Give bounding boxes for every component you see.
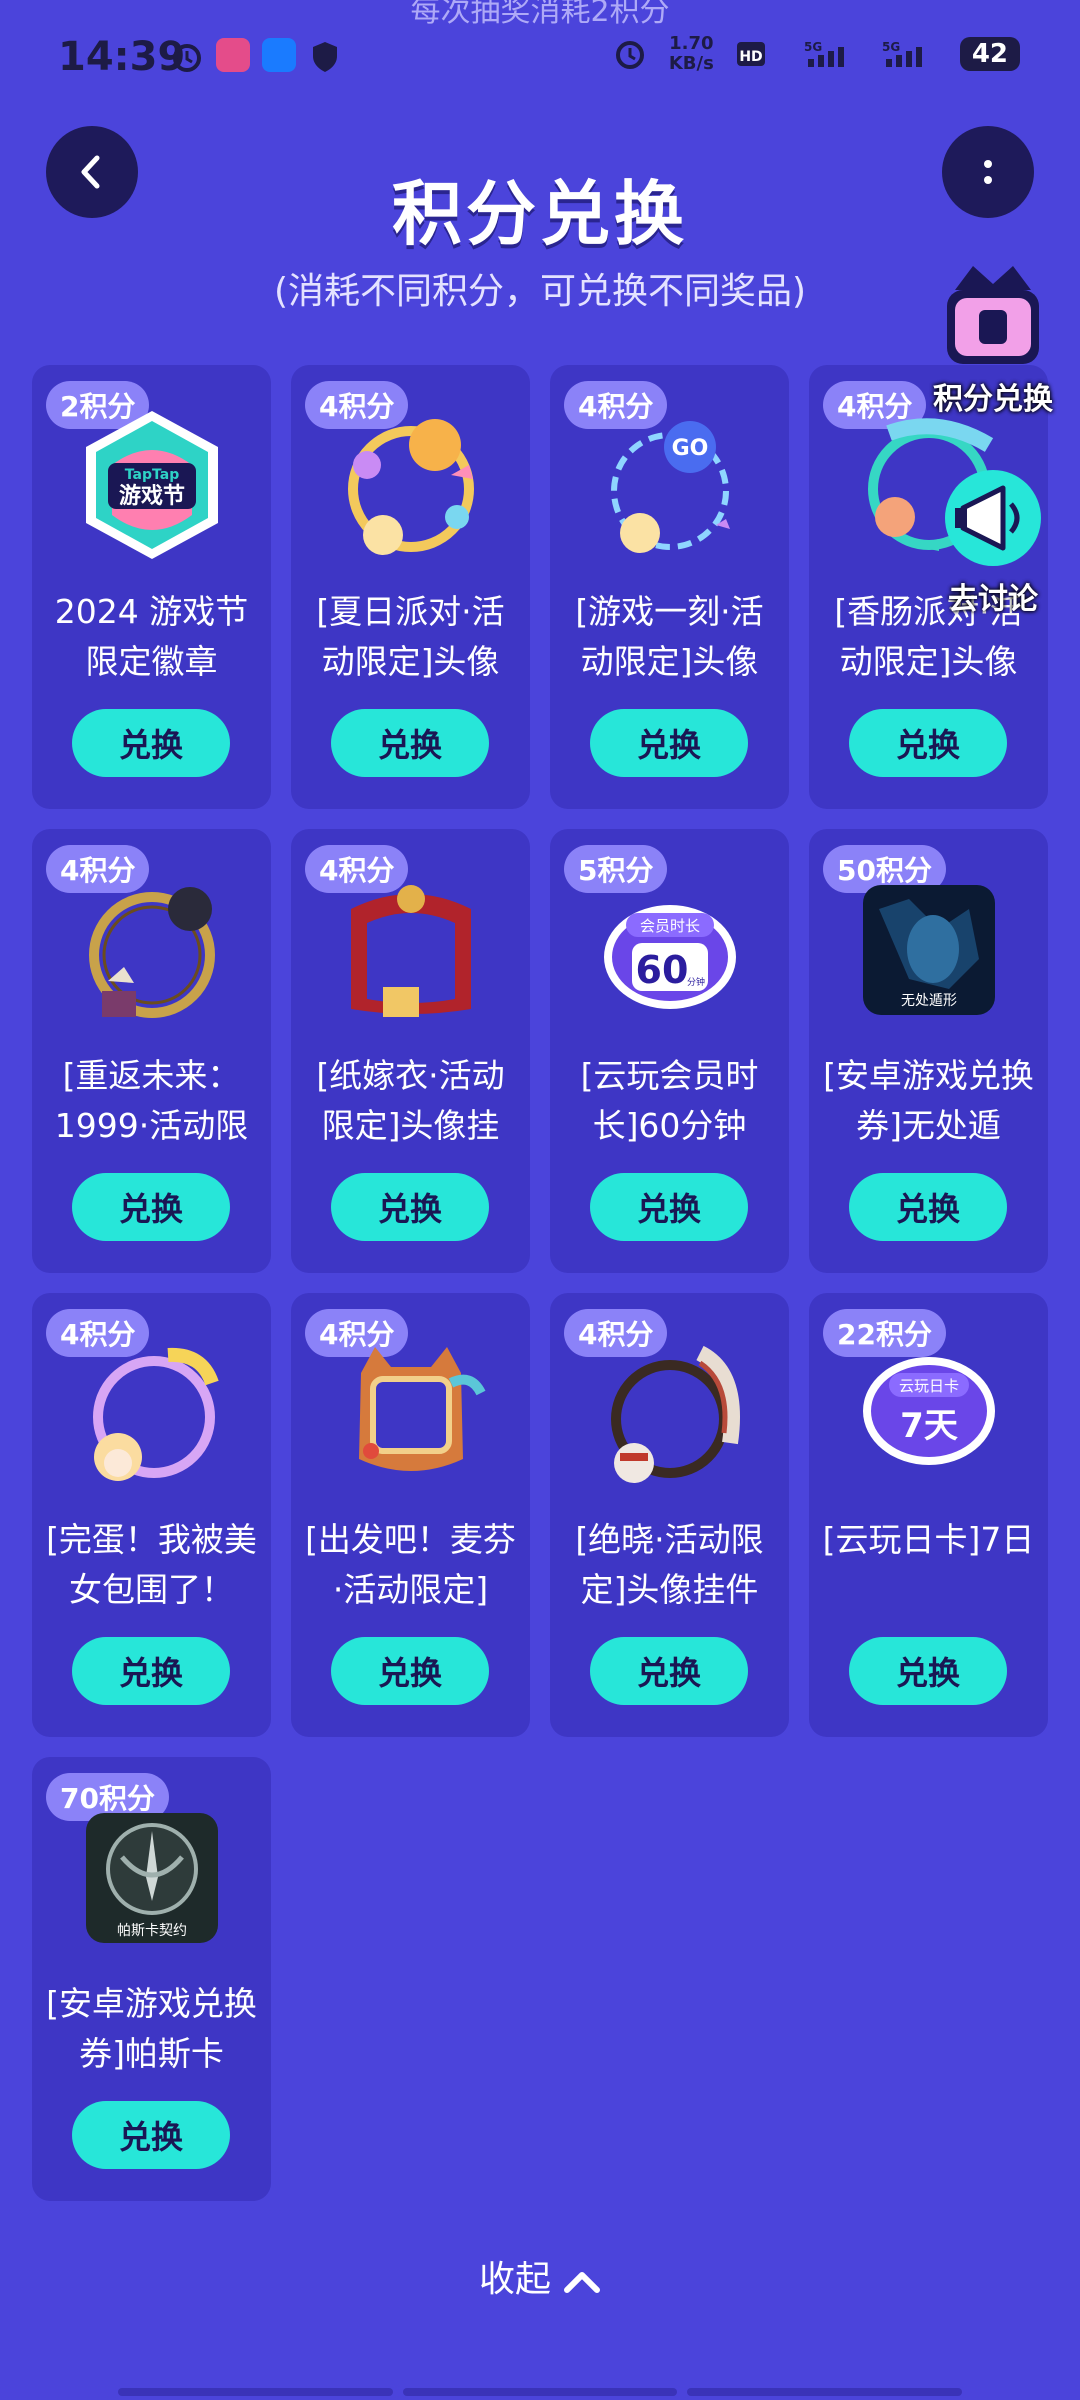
- battery-level: 42: [959, 37, 1020, 71]
- exchange-button[interactable]: 兑换: [849, 1637, 1007, 1705]
- pascal-label: 帕斯卡契约: [117, 1923, 187, 1939]
- discuss-float[interactable]: 去讨论: [928, 460, 1058, 618]
- hd-icon: HD: [736, 42, 765, 66]
- reward-name: [云玩日卡]7日: [822, 1520, 1035, 1559]
- network-speed: 1.70 KB/s: [668, 33, 714, 74]
- reward-card: 4积分 [纸嫁衣·活动限定]头像挂 兑换: [291, 829, 530, 1273]
- exchange-button[interactable]: 兑换: [331, 1173, 489, 1241]
- cloud-vip-60min-icon: 会员时长 60 分钟: [604, 905, 736, 1009]
- exchange-button[interactable]: 兑换: [331, 1637, 489, 1705]
- reward-card: 4积分 [绝晓·活动限定]头像挂件 兑换: [550, 1293, 789, 1737]
- game-festival-badge-icon: TapTap 游戏节: [86, 411, 218, 559]
- pascal-contract-cover-icon: 帕斯卡契约: [86, 1813, 218, 1943]
- go-text: GO: [672, 436, 709, 461]
- reverse-1999-frame-icon: [89, 887, 215, 1018]
- status-right: 1.70 KB/s HD 5G 5G 42: [613, 34, 1020, 74]
- reward-card: 4积分 [出发吧！麦芬·活动限定] 兑换: [291, 1293, 530, 1737]
- reward-name: [重返未来：1999·活动限: [54, 1056, 249, 1145]
- discuss-label: 去讨论: [948, 582, 1038, 617]
- exchange-button[interactable]: 兑换: [590, 1173, 748, 1241]
- chevron-up-icon: [564, 2272, 600, 2293]
- beauty-frame-icon: [93, 1347, 219, 1481]
- alarm-icon: [173, 44, 201, 72]
- points-exchange-float[interactable]: 积分兑换: [928, 260, 1058, 418]
- vip-value: 60: [636, 948, 689, 992]
- bottom-tab-indicator: [118, 2388, 963, 2396]
- reward-name: [安卓游戏兑换券]无处遁: [823, 1056, 1034, 1145]
- reward-card: 4积分 GO [游戏一刻·活动限定]头像 兑换: [550, 365, 789, 809]
- alipay-icon: [262, 38, 296, 72]
- juexiao-frame-icon: [611, 1345, 740, 1483]
- exchange-button[interactable]: 兑换: [849, 1173, 1007, 1241]
- page-title: 积分兑换: [392, 173, 688, 255]
- muffin-frame-icon: [359, 1347, 486, 1471]
- reward-card: 5积分 会员时长 60 分钟 [云玩会员时长]60分钟 兑换: [550, 829, 789, 1273]
- exchange-button[interactable]: 兑换: [72, 709, 230, 777]
- day-label: 云玩日卡: [899, 1377, 959, 1395]
- svg-text:HD: HD: [739, 49, 762, 65]
- collapse-label: 收起: [478, 2259, 551, 2300]
- reward-card: 4积分 [完蛋！我被美女包围了！ 兑换: [32, 1293, 271, 1737]
- festival-top-text: TapTap: [125, 467, 179, 483]
- reward-name: [出发吧！麦芬·活动限定]: [305, 1520, 516, 1609]
- reward-card: 4积分 [重返未来：1999·活动限 兑换: [32, 829, 271, 1273]
- summer-party-frame-icon: [348, 419, 474, 555]
- exchange-button[interactable]: 兑换: [72, 1637, 230, 1705]
- svg-text:5G: 5G: [804, 40, 822, 54]
- reward-grid: 2积分 TapTap 游戏节 2024 游戏节限定徽章 兑换 4积分 [夏日派对…: [32, 365, 1048, 2201]
- bilibili-icon: [216, 38, 250, 72]
- status-time: 14:39: [58, 34, 186, 80]
- exchange-button[interactable]: 兑换: [331, 709, 489, 777]
- game-moment-frame-icon: GO: [611, 421, 730, 553]
- paper-bride-frame-icon: [351, 885, 471, 1017]
- points-exchange-label: 积分兑换: [933, 382, 1053, 417]
- signal-5g-icon: 5G: [804, 40, 844, 67]
- cover-label: 无处遁形: [901, 993, 957, 1009]
- reward-name: [纸嫁衣·活动限定]头像挂: [316, 1056, 505, 1145]
- reward-name: 2024 游戏节限定徽章: [54, 592, 249, 681]
- cloud-day-card-icon: 云玩日卡 7天: [863, 1357, 995, 1465]
- reward-card: 2积分 TapTap 游戏节 2024 游戏节限定徽章 兑换: [32, 365, 271, 809]
- reward-name: [完蛋！我被美女包围了！: [46, 1520, 257, 1609]
- reward-card: 50积分 无处遁形 [安卓游戏兑换券]无处遁 兑换: [809, 829, 1048, 1273]
- gift-box-icon: [947, 266, 1039, 364]
- exchange-button[interactable]: 兑换: [590, 709, 748, 777]
- vip-unit: 分钟: [687, 976, 705, 988]
- svg-text:5G: 5G: [882, 40, 900, 54]
- exchange-button[interactable]: 兑换: [849, 709, 1007, 777]
- megaphone-icon: [945, 470, 1041, 566]
- day-value: 7天: [900, 1406, 958, 1446]
- exchange-button[interactable]: 兑换: [72, 1173, 230, 1241]
- reward-card: 22积分 云玩日卡 7天 [云玩日卡]7日 兑换: [809, 1293, 1048, 1737]
- shield-icon: [313, 42, 337, 72]
- reward-card: 70积分 帕斯卡契约 [安卓游戏兑换券]帕斯卡 兑换: [32, 1757, 271, 2201]
- reward-name: [安卓游戏兑换券]帕斯卡: [46, 1984, 257, 2073]
- signal-5g-icon: 5G: [882, 40, 922, 67]
- festival-main-text: 游戏节: [119, 483, 185, 509]
- reward-name: [云玩会员时长]60分钟: [580, 1056, 759, 1145]
- collapse-toggle[interactable]: 收起: [0, 2250, 1080, 2302]
- exchange-button[interactable]: 兑换: [72, 2101, 230, 2169]
- exchange-button[interactable]: 兑换: [590, 1637, 748, 1705]
- page-subtitle: (消耗不同积分，可兑换不同奖品): [273, 271, 807, 312]
- status-bar: 每次抽奖消耗2积分 14:39 1.70 KB/s HD 5G 5G 42: [0, 0, 1080, 110]
- reward-name: [游戏一刻·活动限定]头像: [575, 592, 764, 681]
- reward-name: [夏日派对·活动限定]头像: [316, 592, 505, 681]
- alarm-icon: [615, 41, 644, 69]
- top-banner: 每次抽奖消耗2积分: [410, 0, 670, 29]
- android-voucher-cover-icon: 无处遁形: [863, 885, 995, 1015]
- vip-label: 会员时长: [640, 917, 700, 935]
- reward-name: [绝晓·活动限定]头像挂件: [575, 1520, 764, 1609]
- reward-card: 4积分 [夏日派对·活动限定]头像 兑换: [291, 365, 530, 809]
